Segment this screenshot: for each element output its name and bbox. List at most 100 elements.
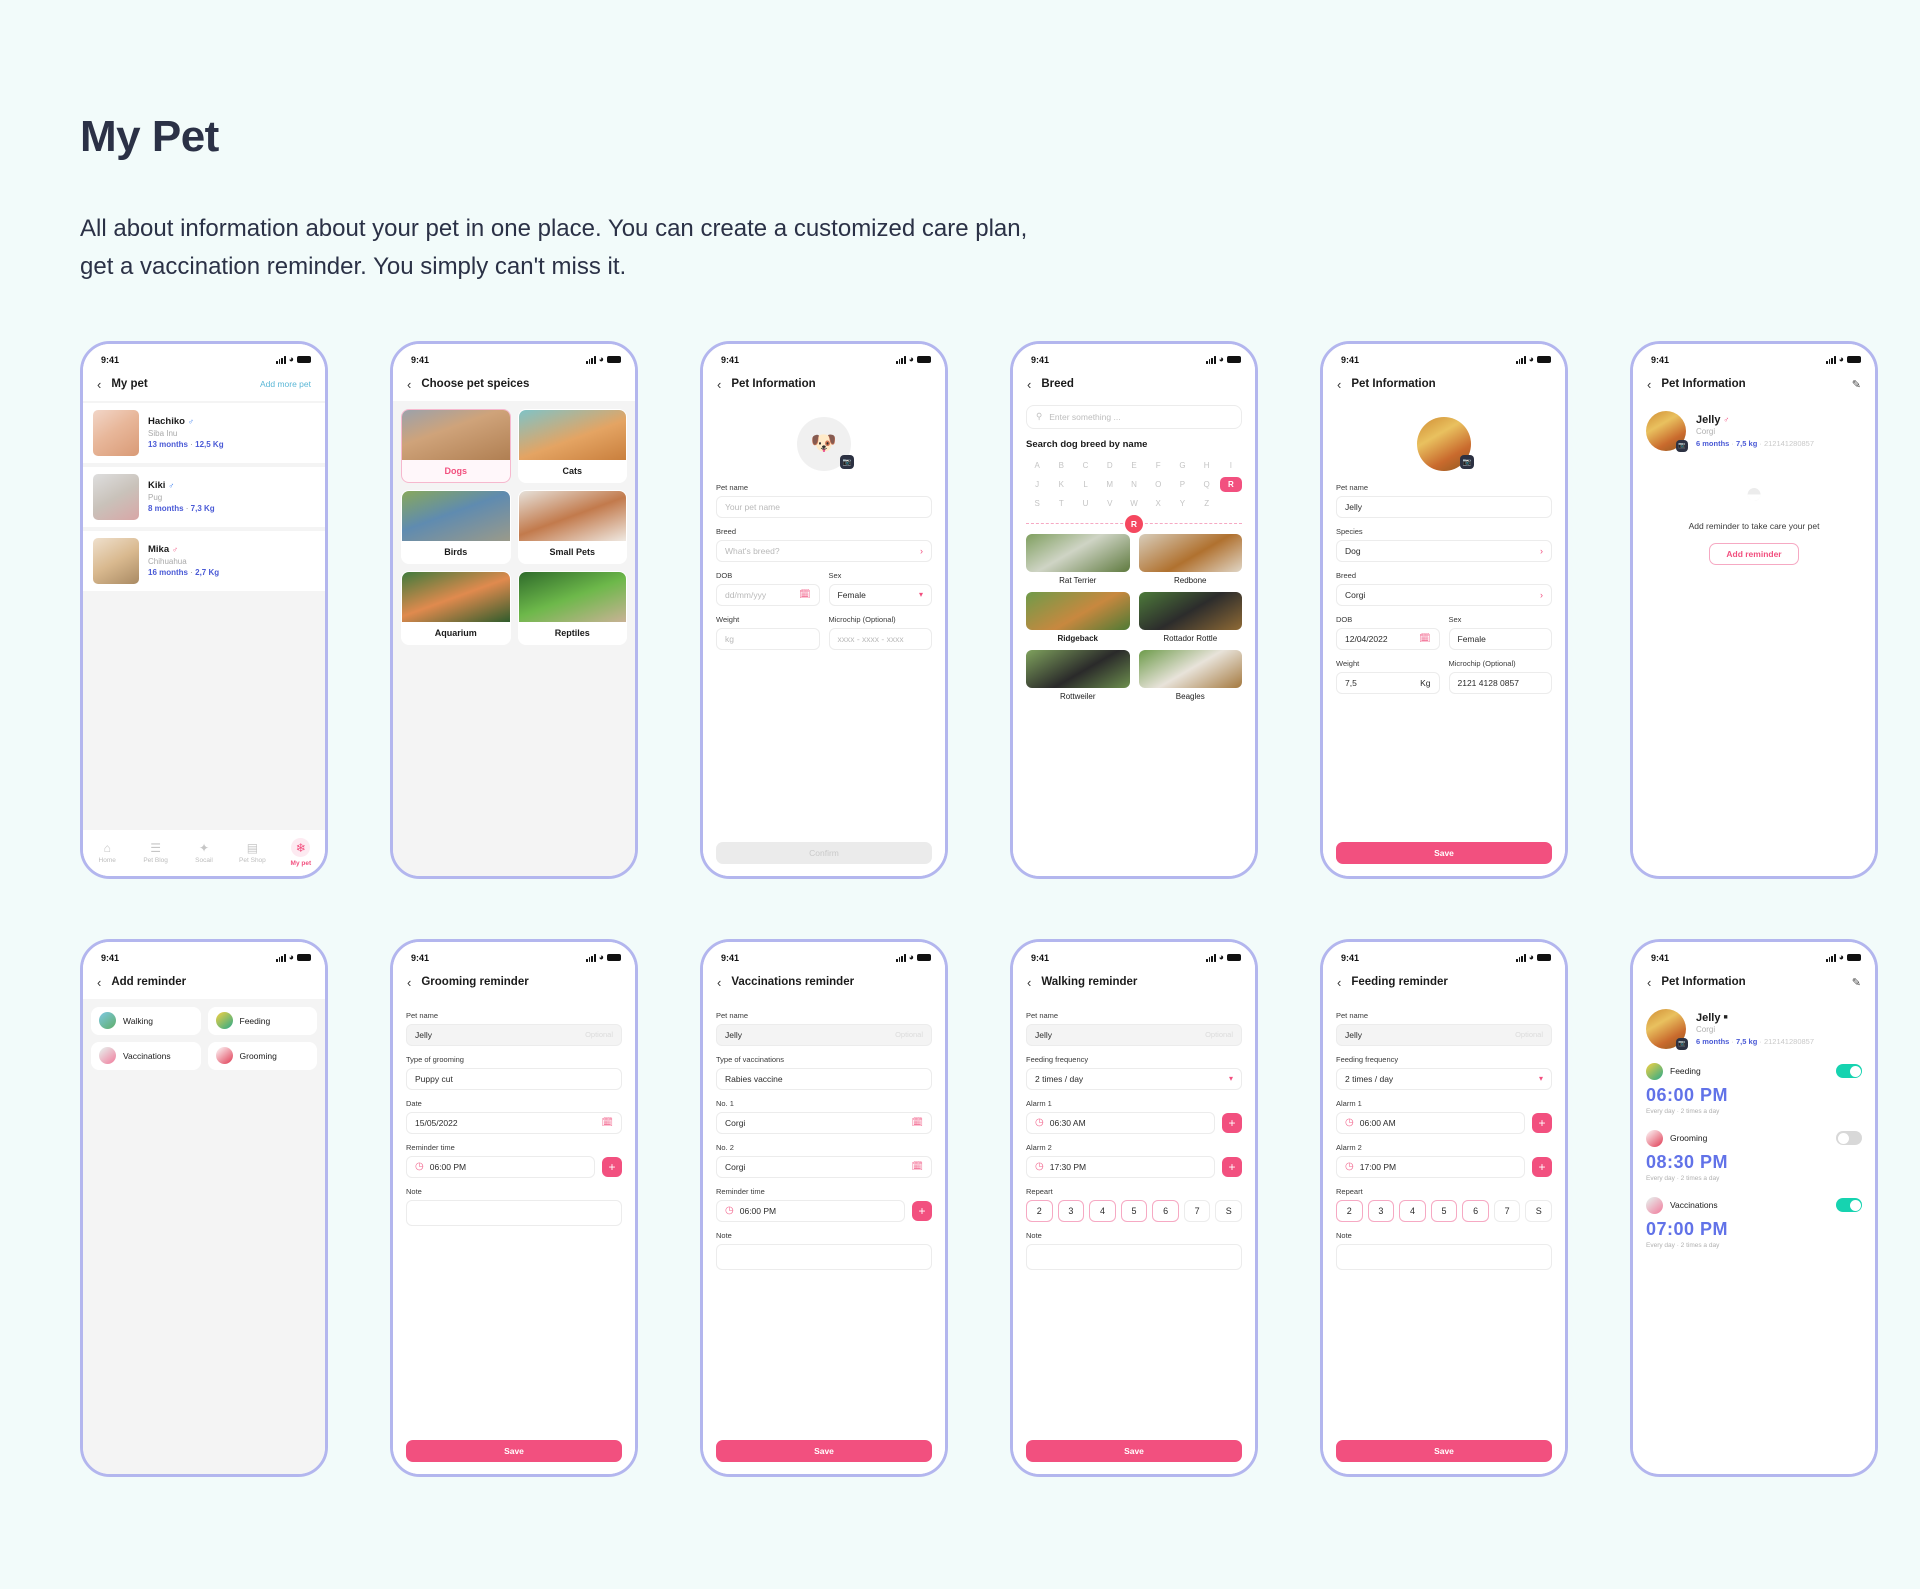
alpha-letter[interactable]: T [1050,496,1072,511]
vaccination-no2-input[interactable]: Corgi 🗓 [716,1155,932,1178]
repeat-day[interactable]: 3 [1057,1199,1085,1222]
pet-name-input[interactable]: Jelly Optional [716,1023,932,1046]
pet-list-item[interactable]: Kiki ♂ Pug 8 months · 7,3 Kg [83,466,325,527]
alarm1-input[interactable]: ◷ 06:30 AM [1026,1111,1215,1134]
save-button[interactable]: Save [406,1439,622,1462]
species-card-dogs[interactable]: Dogs [401,408,511,483]
camera-icon[interactable]: 📷 [840,454,854,469]
alpha-letter[interactable]: S [1026,496,1048,511]
pet-list-item[interactable]: Mika ♂ Chihuahua 16 months · 2,7 Kg [83,530,325,591]
alpha-letter[interactable]: B [1050,458,1072,473]
alpha-letter[interactable]: Q [1196,477,1218,492]
add-time-button[interactable]: + [602,1156,622,1177]
back-icon[interactable]: ‹ [1647,378,1651,391]
alpha-letter[interactable]: F [1147,458,1169,473]
species-card-small-pets[interactable]: Small Pets [517,489,627,564]
repeat-day[interactable]: 4 [1089,1199,1116,1222]
repeat-day[interactable]: 2 [1336,1199,1363,1222]
edit-icon[interactable]: ✎ [1852,378,1861,391]
repeat-day[interactable]: 2 [1026,1199,1053,1222]
add-time-button[interactable]: + [912,1200,932,1221]
reminder-type-feeding[interactable]: Feeding [207,1006,317,1035]
species-card-aquarium[interactable]: Aquarium [401,570,511,645]
note-input[interactable] [1336,1243,1552,1270]
back-icon[interactable]: ‹ [1027,378,1031,391]
pet-name-input[interactable]: Jelly [1336,495,1552,518]
dob-input[interactable]: 12/04/2022 🗓 [1336,627,1440,650]
note-input[interactable] [406,1199,622,1226]
save-button[interactable]: Save [1336,1439,1552,1462]
repeat-day[interactable]: S [1525,1199,1553,1222]
tab-home[interactable]: ⌂ Home [83,842,131,864]
alpha-letter[interactable]: L [1074,477,1096,492]
sex-select[interactable]: Female ▾ [828,583,932,606]
alpha-letter[interactable]: Z [1196,496,1218,511]
microchip-input[interactable]: xxxx - xxxx - xxxx [828,627,932,650]
alpha-letter-active[interactable]: R [1219,476,1242,492]
repeat-day[interactable]: 5 [1120,1199,1148,1222]
reminder-time-input[interactable]: ◷ 06:00 PM [716,1199,905,1222]
breed-card[interactable]: Redbone [1138,533,1242,587]
repeat-day[interactable]: S [1215,1199,1243,1222]
weight-input[interactable]: 7,5 Kg [1336,671,1440,694]
alpha-letter[interactable]: H [1196,458,1218,473]
alarm2-input[interactable]: ◷ 17:30 PM [1026,1155,1215,1178]
repeat-day[interactable]: 6 [1462,1199,1489,1222]
calendar-icon[interactable]: 🗓 [799,589,810,600]
alpha-letter[interactable]: O [1147,477,1169,492]
alpha-letter[interactable]: N [1123,477,1145,492]
back-icon[interactable]: ‹ [1337,976,1341,989]
breed-card[interactable]: Rat Terrier [1026,533,1130,587]
alpha-letter[interactable]: G [1171,458,1193,473]
save-button[interactable]: Save [1026,1439,1242,1462]
frequency-select[interactable]: 2 times / day ▾ [1026,1067,1242,1090]
breed-card[interactable]: Beagles [1138,649,1242,703]
date-input[interactable]: 15/05/2022 🗓 [406,1111,622,1134]
vaccination-no1-input[interactable]: Corgi 🗓 [716,1111,932,1134]
add-reminder-button[interactable]: Add reminder [1709,542,1799,565]
add-alarm-button[interactable]: + [1532,1156,1552,1177]
alpha-letter[interactable]: W [1123,496,1145,511]
reminder-toggle[interactable] [1836,1198,1862,1213]
save-button[interactable]: Save [716,1439,932,1462]
reminder-time-input[interactable]: ◷ 06:00 PM [406,1155,595,1178]
add-alarm-button[interactable]: + [1532,1112,1552,1133]
repeat-day[interactable]: 7 [1183,1199,1211,1222]
alarm1-input[interactable]: ◷ 06:00 AM [1336,1111,1525,1134]
note-input[interactable] [1026,1243,1242,1270]
alpha-letter[interactable]: X [1147,496,1169,511]
vaccination-type-input[interactable]: Rabies vaccine [716,1067,932,1090]
frequency-select[interactable]: 2 times / day ▾ [1336,1067,1552,1090]
camera-icon[interactable]: 📷 [1676,1037,1688,1050]
reminder-toggle[interactable] [1836,1131,1862,1146]
pet-name-input[interactable]: Jelly Optional [1026,1023,1242,1046]
add-more-pet-button[interactable]: Add more pet [260,379,311,389]
alpha-letter[interactable]: U [1074,496,1096,511]
back-icon[interactable]: ‹ [1337,378,1341,391]
pet-avatar-placeholder[interactable]: 🐶 📷 [797,416,854,471]
repeat-day[interactable]: 5 [1430,1199,1458,1222]
alpha-letter[interactable]: I [1220,458,1242,473]
back-icon[interactable]: ‹ [717,378,721,391]
pet-name-input[interactable]: Jelly Optional [406,1023,622,1046]
grooming-type-input[interactable]: Puppy cut [406,1067,622,1090]
alpha-letter[interactable]: D [1099,458,1121,473]
camera-icon[interactable]: 📷 [1460,454,1474,469]
sex-select[interactable]: Female [1448,627,1552,650]
weight-input[interactable]: kg [716,627,820,650]
species-card-birds[interactable]: Birds [401,489,511,564]
breed-input[interactable]: What's breed? › [716,539,932,562]
microchip-input[interactable]: 2121 4128 0857 [1448,671,1552,694]
species-input[interactable]: Dog › [1336,539,1552,562]
species-card-cats[interactable]: Cats [517,408,627,483]
calendar-icon[interactable]: 🗓 [912,1161,923,1172]
pet-avatar[interactable]: 📷 [1646,1008,1688,1050]
back-icon[interactable]: ‹ [407,378,411,391]
note-input[interactable] [716,1243,932,1270]
add-alarm-button[interactable]: + [1222,1112,1242,1133]
pet-name-input[interactable]: Your pet name [716,495,932,518]
back-icon[interactable]: ‹ [407,976,411,989]
tab-pet-blog[interactable]: ☰ Pet Blog [131,842,179,864]
calendar-icon[interactable]: 🗓 [602,1117,613,1128]
repeat-day[interactable]: 7 [1493,1199,1521,1222]
